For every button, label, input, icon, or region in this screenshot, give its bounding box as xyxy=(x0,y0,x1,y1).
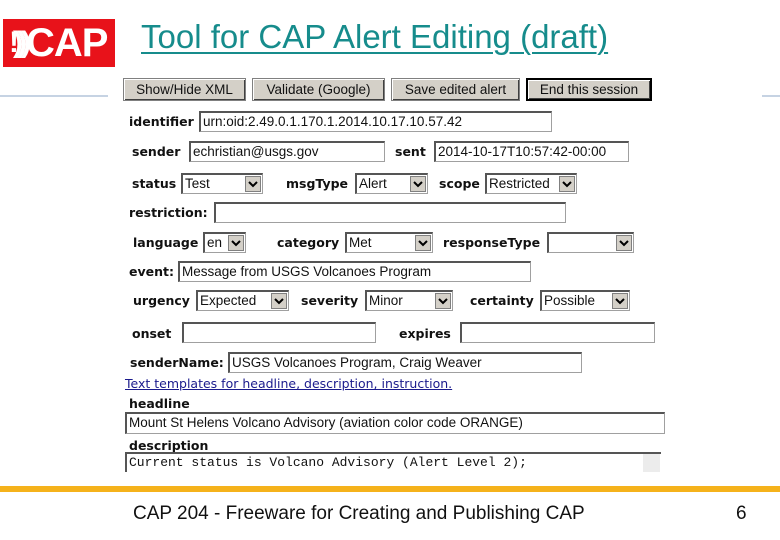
chevron-down-icon[interactable] xyxy=(410,176,426,192)
chevron-down-icon[interactable] xyxy=(612,293,628,309)
msgtype-select[interactable]: Alert xyxy=(355,173,428,194)
urgency-value: Expected xyxy=(200,293,257,308)
sent-label: sent xyxy=(395,144,426,159)
severity-select[interactable]: Minor xyxy=(365,290,453,311)
chevron-down-icon[interactable] xyxy=(271,293,287,309)
expires-input[interactable] xyxy=(460,322,655,343)
chevron-down-icon[interactable] xyxy=(435,293,451,309)
language-select[interactable]: en xyxy=(203,232,246,253)
certainty-select[interactable]: Possible xyxy=(540,290,630,311)
status-label: status xyxy=(132,176,177,191)
end-session-button[interactable]: End this session xyxy=(526,78,652,101)
onset-input[interactable] xyxy=(182,322,376,343)
urgency-select[interactable]: Expected xyxy=(196,290,289,311)
save-edited-alert-button[interactable]: Save edited alert xyxy=(391,78,520,101)
chevron-down-icon[interactable] xyxy=(415,235,431,251)
responsetype-select[interactable] xyxy=(547,232,634,253)
sender-label: sender xyxy=(132,144,181,159)
scope-label: scope xyxy=(439,176,480,191)
event-input[interactable]: Message from USGS Volcanoes Program xyxy=(178,261,531,282)
expires-label: expires xyxy=(399,326,451,341)
identifier-label: identifier xyxy=(129,114,194,129)
msgtype-value: Alert xyxy=(359,176,387,191)
sendername-label: senderName: xyxy=(130,355,224,370)
cap-logo: !))) CAP xyxy=(3,19,115,67)
divider-right xyxy=(762,95,780,97)
divider-left xyxy=(0,95,108,97)
validate-google-button[interactable]: Validate (Google) xyxy=(252,78,385,101)
language-value: en xyxy=(207,235,223,250)
chevron-down-icon[interactable] xyxy=(559,176,575,192)
event-label: event: xyxy=(129,264,174,279)
sendername-input[interactable]: USGS Volcanoes Program, Craig Weaver xyxy=(228,352,582,373)
severity-label: severity xyxy=(301,293,359,308)
certainty-value: Possible xyxy=(544,293,596,308)
sender-input[interactable]: echristian@usgs.gov xyxy=(189,141,385,162)
chevron-down-icon[interactable] xyxy=(245,176,261,192)
logo-text: CAP xyxy=(25,21,108,65)
footer-accent-bar xyxy=(0,486,780,492)
restriction-input[interactable] xyxy=(214,202,566,223)
chevron-down-icon[interactable] xyxy=(616,235,632,251)
show-hide-xml-button[interactable]: Show/Hide XML xyxy=(123,78,246,101)
category-select[interactable]: Met xyxy=(345,232,433,253)
identifier-input[interactable]: urn:oid:2.49.0.1.170.1.2014.10.17.10.57.… xyxy=(199,111,552,132)
restriction-label: restriction: xyxy=(129,205,208,220)
category-label: category xyxy=(277,235,340,250)
description-scrollbar[interactable] xyxy=(643,454,660,472)
footer-text: CAP 204 - Freeware for Creating and Publ… xyxy=(133,503,585,524)
chevron-down-icon[interactable] xyxy=(228,235,244,251)
category-value: Met xyxy=(349,235,372,250)
onset-label: onset xyxy=(132,326,172,341)
page-number: 6 xyxy=(736,503,747,524)
broadcast-waves-icon: !))) xyxy=(9,26,31,59)
responsetype-label: responseType xyxy=(443,235,541,250)
description-textarea[interactable]: Current status is Volcano Advisory (Aler… xyxy=(125,452,661,472)
text-templates-link[interactable]: Text templates for headline, description… xyxy=(125,376,452,391)
severity-value: Minor xyxy=(369,293,403,308)
sent-input[interactable]: 2014-10-17T10:57:42-00:00 xyxy=(434,141,629,162)
scope-select[interactable]: Restricted xyxy=(485,173,577,194)
msgtype-label: msgType xyxy=(286,176,349,191)
status-select[interactable]: Test xyxy=(181,173,263,194)
certainty-label: certainty xyxy=(470,293,534,308)
urgency-label: urgency xyxy=(133,293,190,308)
headline-label: headline xyxy=(129,396,190,411)
language-label: language xyxy=(133,235,199,250)
slide-title[interactable]: Tool for CAP Alert Editing (draft) xyxy=(141,18,608,56)
status-value: Test xyxy=(185,176,210,191)
scope-value: Restricted xyxy=(489,176,550,191)
headline-input[interactable]: Mount St Helens Volcano Advisory (aviati… xyxy=(125,412,665,434)
